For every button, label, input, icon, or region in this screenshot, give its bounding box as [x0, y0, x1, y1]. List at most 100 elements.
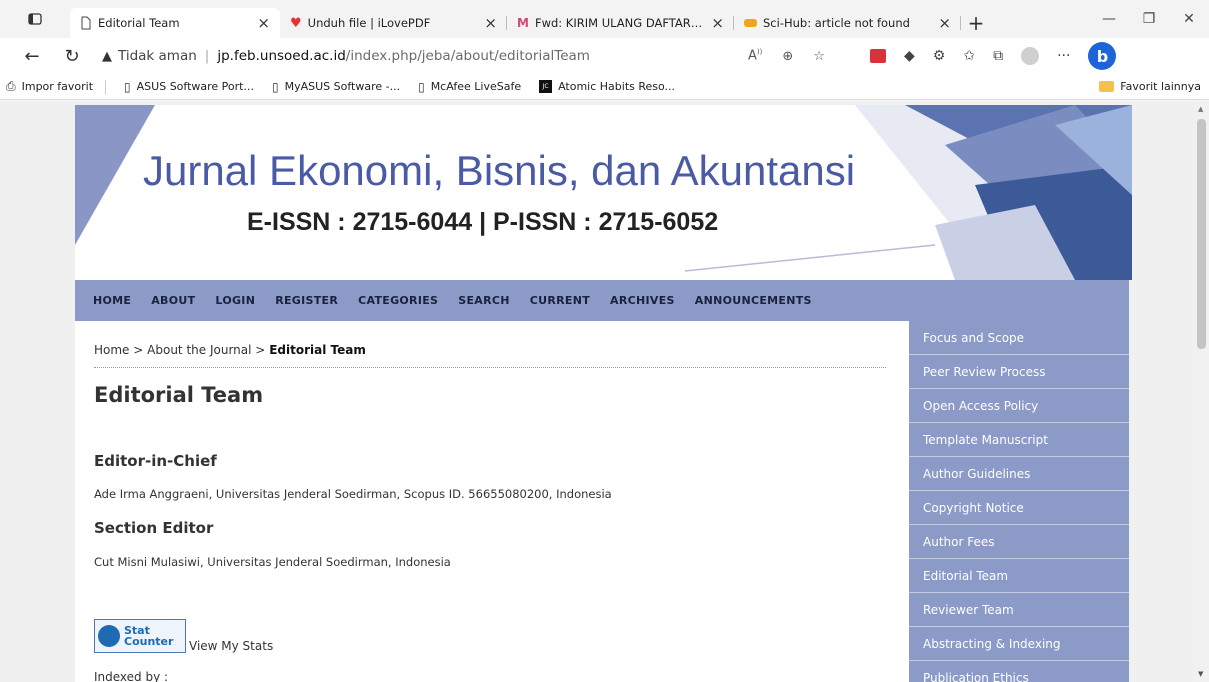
nav-announcements[interactable]: ANNOUNCEMENTS	[695, 294, 812, 307]
warning-icon: ▲	[102, 48, 112, 64]
extension-red-icon[interactable]	[870, 49, 886, 63]
nav-archives[interactable]: ARCHIVES	[610, 294, 675, 307]
fav-label: MyASUS Software -...	[284, 80, 401, 93]
address-actions: A)) ⊕ ☆	[748, 38, 825, 74]
close-tab-icon[interactable]: ×	[711, 14, 724, 32]
restore-button[interactable]: ❐	[1129, 0, 1169, 38]
nav-about[interactable]: ABOUT	[151, 294, 195, 307]
tab-ilovepdf[interactable]: ♥ Unduh file | iLovePDF ×	[280, 8, 507, 38]
sidebar-item-abstracting[interactable]: Abstracting & Indexing	[909, 627, 1129, 661]
nav-categories[interactable]: CATEGORIES	[358, 294, 438, 307]
page-icon: ▯	[418, 79, 425, 94]
nav-current[interactable]: CURRENT	[530, 294, 590, 307]
extension-gray-icon[interactable]: ◆	[904, 48, 915, 64]
toolbar-actions: ◆ ⚙ ✩ ⧉ ··· b	[870, 38, 1117, 74]
fav-mcafee[interactable]: ▯ McAfee LiveSafe	[418, 80, 521, 94]
nav-home[interactable]: HOME	[93, 294, 131, 307]
close-tab-icon[interactable]: ×	[484, 14, 497, 32]
breadcrumb: Home > About the Journal > Editorial Tea…	[94, 343, 366, 357]
journal-issn: E-ISSN : 2715-6044 | P-ISSN : 2715-6052	[247, 208, 719, 236]
page-icon: ▯	[124, 79, 131, 94]
scihub-icon	[744, 19, 757, 27]
sidebar-item-open-access[interactable]: Open Access Policy	[909, 389, 1129, 423]
read-aloud-icon[interactable]: A))	[748, 48, 762, 63]
window-controls: — ❐ ✕	[1089, 0, 1209, 38]
profile-icon[interactable]	[1021, 47, 1040, 65]
breadcrumb-sep: >	[133, 343, 144, 357]
sidebar-item-template[interactable]: Template Manuscript	[909, 423, 1129, 457]
fav-label: Atomic Habits Reso...	[558, 80, 676, 93]
collections-icon[interactable]: ⧉	[993, 48, 1003, 64]
nav-login[interactable]: LOGIN	[215, 294, 255, 307]
journal-title: Jurnal Ekonomi, Bisnis, dan Akuntansi	[143, 147, 856, 194]
scrollbar-thumb[interactable]	[1197, 119, 1206, 349]
url-host: jp.feb.unsoed.ac.id	[217, 48, 346, 64]
fav-import[interactable]: ⎙ Impor favorit	[6, 79, 93, 94]
editor-in-chief-name: Ade Irma Anggraeni, Universitas Jenderal…	[94, 487, 612, 501]
close-tab-icon[interactable]: ×	[257, 14, 270, 32]
sidebar-item-copyright[interactable]: Copyright Notice	[909, 491, 1129, 525]
tab-gmail[interactable]: M Fwd: KIRIM ULANG DAFTAR HAS ×	[507, 8, 734, 38]
sidebar-menu: Focus and Scope Peer Review Process Open…	[909, 321, 1129, 682]
toolbar: ← ↻ ▲ Tidak aman | jp.feb.unsoed.ac.id/i…	[0, 38, 1209, 74]
fav-atomic-habits[interactable]: JC Atomic Habits Reso...	[539, 80, 675, 93]
jc-icon: JC	[539, 80, 553, 93]
address-divider: |	[204, 48, 210, 64]
page-scrollbar[interactable]: ▲ ▼	[1194, 101, 1209, 682]
address-bar[interactable]: ▲ Tidak aman | jp.feb.unsoed.ac.id/index…	[102, 41, 802, 71]
other-favorites[interactable]: Favorit lainnya	[1099, 80, 1201, 93]
more-icon[interactable]: ···	[1057, 48, 1070, 64]
sidebar-item-reviewer-team[interactable]: Reviewer Team	[909, 593, 1129, 627]
tab-actions-button[interactable]	[0, 0, 70, 38]
page-icon: ▯	[271, 79, 279, 94]
gmail-icon: M	[517, 16, 529, 30]
editor-in-chief-heading: Editor-in-Chief	[94, 452, 217, 470]
nav-search[interactable]: SEARCH	[458, 294, 510, 307]
section-editor-name: Cut Misni Mulasiwi, Universitas Jenderal…	[94, 555, 451, 569]
scroll-up-icon[interactable]: ▲	[1198, 105, 1203, 113]
extensions-icon[interactable]: ⚙	[933, 48, 946, 64]
view-my-stats-link[interactable]: View My Stats	[189, 639, 273, 653]
new-tab-button[interactable]: +	[961, 8, 991, 38]
tab-title: Fwd: KIRIM ULANG DAFTAR HAS	[534, 16, 706, 30]
sidebar-item-editorial-team[interactable]: Editorial Team	[909, 559, 1129, 593]
other-favorites-label: Favorit lainnya	[1120, 80, 1201, 93]
statcounter-text: Stat Counter	[124, 625, 173, 647]
sidebar-item-publication-ethics[interactable]: Publication Ethics	[909, 661, 1129, 682]
favorites-icon[interactable]: ✩	[963, 48, 975, 64]
breadcrumb-current[interactable]: Editorial Team	[269, 343, 366, 357]
sidebar-item-author-fees[interactable]: Author Fees	[909, 525, 1129, 559]
breadcrumb-about[interactable]: About the Journal	[147, 343, 251, 357]
statcounter-logo-icon	[98, 625, 120, 647]
zoom-icon[interactable]: ⊕	[782, 49, 793, 64]
indexed-by-label: Indexed by :	[94, 670, 169, 682]
fav-label: Impor favorit	[21, 80, 94, 93]
fav-label: McAfee LiveSafe	[430, 80, 522, 93]
nav-register[interactable]: REGISTER	[275, 294, 338, 307]
bing-icon[interactable]: b	[1088, 42, 1117, 70]
back-button[interactable]: ←	[18, 46, 46, 67]
tab-scihub[interactable]: Sci-Hub: article not found ×	[734, 8, 961, 38]
refresh-button[interactable]: ↻	[58, 46, 86, 67]
sidebar-item-author-guidelines[interactable]: Author Guidelines	[909, 457, 1129, 491]
tab-actions-icon	[28, 13, 42, 25]
close-window-button[interactable]: ✕	[1169, 0, 1209, 38]
tab-editorial-team[interactable]: Editorial Team ×	[70, 8, 280, 38]
tab-title: Sci-Hub: article not found	[763, 16, 910, 30]
statcounter-badge[interactable]: Stat Counter	[94, 619, 186, 653]
web-page: Jurnal Ekonomi, Bisnis, dan Akuntansi E-…	[0, 101, 1194, 682]
statcounter-line2: Counter	[124, 635, 174, 648]
minimize-button[interactable]: —	[1089, 0, 1129, 38]
import-icon: ⎙	[6, 79, 16, 93]
close-tab-icon[interactable]: ×	[938, 14, 951, 32]
add-favorite-icon[interactable]: ☆	[813, 49, 825, 64]
page-title: Editorial Team	[94, 383, 264, 407]
fav-asus-software[interactable]: ▯ ASUS Software Port...	[124, 80, 254, 94]
scroll-down-icon[interactable]: ▼	[1198, 670, 1203, 678]
heart-icon: ♥	[290, 15, 302, 31]
sidebar-item-peer-review[interactable]: Peer Review Process	[909, 355, 1129, 389]
breadcrumb-home[interactable]: Home	[94, 343, 129, 357]
fav-myasus[interactable]: ▯ MyASUS Software -...	[272, 80, 400, 94]
fav-label: ASUS Software Port...	[136, 80, 254, 93]
sidebar-item-focus-scope[interactable]: Focus and Scope	[909, 321, 1129, 355]
